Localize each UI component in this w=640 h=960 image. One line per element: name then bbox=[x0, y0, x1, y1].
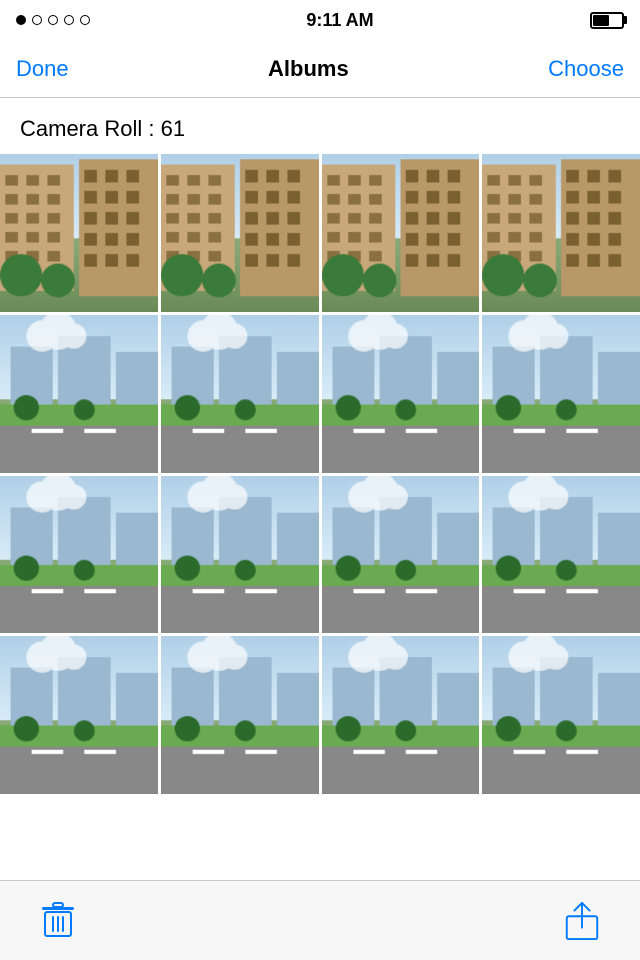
photo-cell[interactable] bbox=[0, 315, 158, 473]
status-right bbox=[590, 12, 624, 29]
dot-1 bbox=[16, 15, 26, 25]
trash-button[interactable] bbox=[40, 901, 76, 941]
photo-cell[interactable] bbox=[0, 636, 158, 794]
done-button[interactable]: Done bbox=[16, 56, 69, 82]
photo-cell[interactable] bbox=[482, 476, 640, 634]
photo-cell[interactable] bbox=[161, 636, 319, 794]
photo-cell[interactable] bbox=[322, 154, 480, 312]
photo-cell[interactable] bbox=[161, 154, 319, 312]
nav-title: Albums bbox=[268, 56, 349, 82]
photo-cell[interactable] bbox=[322, 476, 480, 634]
dot-5 bbox=[80, 15, 90, 25]
share-button[interactable] bbox=[564, 901, 600, 941]
dot-3 bbox=[48, 15, 58, 25]
photo-cell[interactable] bbox=[0, 476, 158, 634]
battery-fill bbox=[593, 15, 610, 26]
nav-bar: Done Albums Choose bbox=[0, 40, 640, 98]
dot-4 bbox=[64, 15, 74, 25]
photo-cell[interactable] bbox=[322, 636, 480, 794]
dot-2 bbox=[32, 15, 42, 25]
photo-cell[interactable] bbox=[0, 154, 158, 312]
status-time: 9:11 AM bbox=[306, 10, 373, 31]
photo-cell[interactable] bbox=[322, 315, 480, 473]
photo-cell[interactable] bbox=[482, 636, 640, 794]
bottom-toolbar bbox=[0, 880, 640, 960]
battery-icon bbox=[590, 12, 624, 29]
album-header: Camera Roll : 61 bbox=[0, 98, 640, 154]
status-bar: 9:11 AM bbox=[0, 0, 640, 40]
choose-button[interactable]: Choose bbox=[548, 56, 624, 82]
signal-dots bbox=[16, 15, 90, 25]
photo-grid bbox=[0, 154, 640, 794]
photo-cell[interactable] bbox=[482, 315, 640, 473]
photo-cell[interactable] bbox=[161, 476, 319, 634]
photo-cell[interactable] bbox=[482, 154, 640, 312]
photo-cell[interactable] bbox=[161, 315, 319, 473]
